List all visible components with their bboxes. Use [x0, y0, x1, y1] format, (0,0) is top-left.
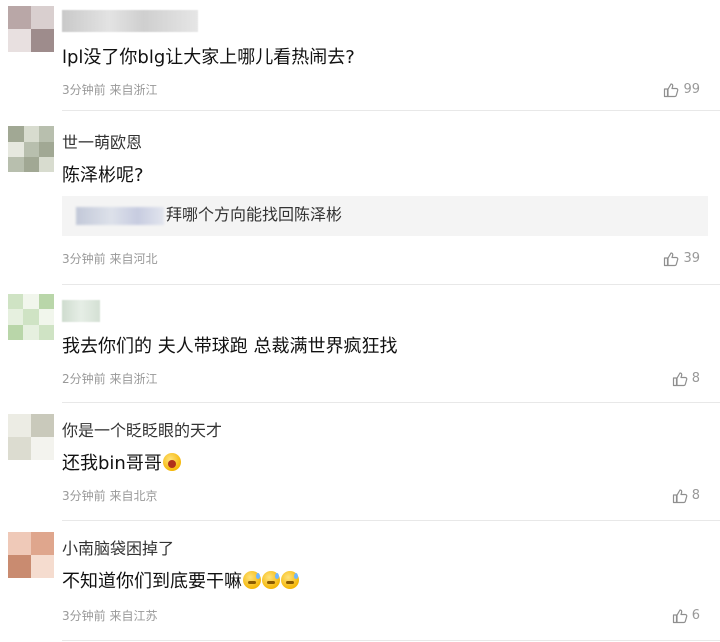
avatar[interactable] [8, 294, 54, 340]
username[interactable]: 小南脑袋困掉了 [62, 538, 174, 560]
comment-meta: 3分钟前 来自浙江 [62, 81, 157, 99]
screaming-face-emoji [162, 453, 181, 471]
comment-meta: 3分钟前 来自北京 [62, 487, 157, 505]
comment-item: 我去你们的 夫人带球跑 总裁满世界疯狂找 2分钟前 来自浙江 8 [0, 286, 720, 404]
like-button[interactable]: 99 [663, 81, 700, 99]
avatar[interactable] [8, 126, 54, 172]
divider [62, 402, 720, 403]
comment-location: 来自河北 [109, 252, 158, 266]
divider [62, 520, 720, 521]
cold-sweat-emoji [281, 571, 299, 589]
comment-text: 还我bin哥哥 [62, 451, 181, 477]
comment-time: 3分钟前 [62, 83, 106, 97]
comment-list: lpl没了你blg让大家上哪儿看热闹去? 3分钟前 来自浙江 99 世一萌欧恩 … [0, 0, 720, 642]
comment-text-body: 还我bin哥哥 [62, 453, 162, 474]
thumbs-up-icon [672, 609, 688, 624]
comment-location: 来自江苏 [109, 609, 158, 623]
comment-time: 3分钟前 [62, 489, 106, 503]
comment-meta: 2分钟前 来自浙江 [62, 370, 157, 388]
comment-time: 3分钟前 [62, 252, 106, 266]
like-count: 8 [691, 488, 700, 503]
comment-location: 来自浙江 [109, 372, 158, 386]
comment-location: 来自浙江 [109, 83, 158, 97]
comment-item: 小南脑袋困掉了 不知道你们到底要干嘛 3分钟前 来自江苏 6 [0, 522, 720, 642]
like-count: 6 [691, 608, 700, 623]
comment-text-body: 不知道你们到底要干嘛 [62, 571, 242, 592]
comment-item: lpl没了你blg让大家上哪儿看热闹去? 3分钟前 来自浙江 99 [0, 0, 720, 111]
comment-meta: 3分钟前 来自江苏 [62, 607, 157, 625]
comment-meta: 3分钟前 来自河北 [62, 250, 157, 268]
username[interactable]: 世一萌欧恩 [62, 132, 142, 154]
like-count: 39 [683, 251, 700, 266]
comment-time: 3分钟前 [62, 609, 106, 623]
comment-location: 来自北京 [109, 489, 158, 503]
username-redacted [62, 300, 100, 322]
thumbs-up-icon [672, 372, 688, 387]
cold-sweat-emoji [262, 571, 280, 589]
reply-preview[interactable]: 拜哪个方向能找回陈泽彬 [62, 196, 708, 236]
like-button[interactable]: 8 [672, 370, 700, 388]
like-count: 99 [683, 82, 700, 97]
divider [62, 640, 720, 641]
username-redacted [62, 10, 198, 32]
comment-time: 2分钟前 [62, 372, 106, 386]
comment-text: 陈泽彬呢? [62, 165, 144, 186]
like-button[interactable]: 6 [672, 607, 700, 625]
avatar[interactable] [8, 532, 54, 578]
cold-sweat-emoji [243, 571, 261, 589]
like-count: 8 [691, 371, 700, 386]
comment-item: 你是一个眨眨眼的天才 还我bin哥哥 3分钟前 来自北京 8 [0, 404, 720, 522]
thumbs-up-icon [664, 83, 679, 98]
like-button[interactable]: 39 [663, 250, 700, 268]
username[interactable]: 你是一个眨眨眼的天才 [62, 420, 222, 442]
comment-item: 世一萌欧恩 陈泽彬呢? 拜哪个方向能找回陈泽彬 3分钟前 来自河北 39 [0, 110, 720, 286]
thumbs-up-icon [672, 489, 688, 504]
comment-text: 不知道你们到底要干嘛 [62, 569, 299, 595]
avatar[interactable] [8, 6, 54, 52]
comment-text: lpl没了你blg让大家上哪儿看热闹去? [62, 47, 355, 68]
divider [62, 284, 720, 285]
like-button[interactable]: 8 [672, 487, 700, 505]
avatar[interactable] [8, 414, 54, 460]
comment-text: 我去你们的 夫人带球跑 总裁满世界疯狂找 [62, 336, 398, 357]
reply-username-redacted [76, 207, 164, 225]
reply-text: 拜哪个方向能找回陈泽彬 [166, 205, 343, 224]
thumbs-up-icon [664, 252, 679, 267]
